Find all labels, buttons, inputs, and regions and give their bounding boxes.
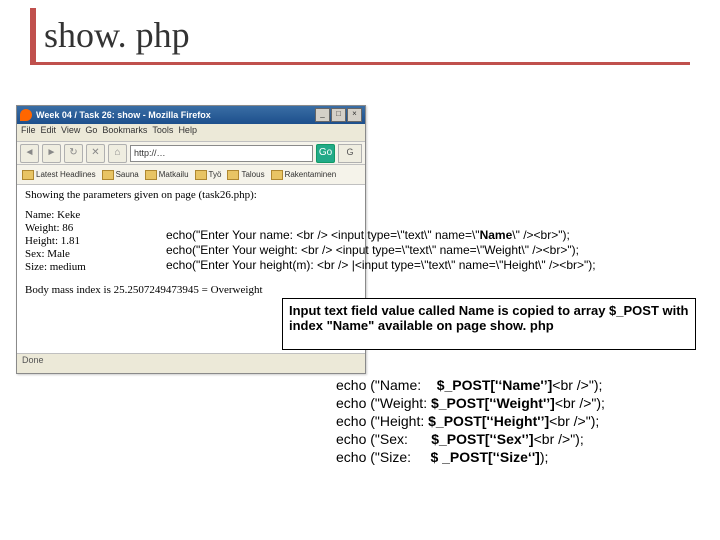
code-block-echo: echo ("Name: $_POST['‘Name'’]<br />"); e… xyxy=(336,376,605,466)
echo-line-3: echo ("Height: $_POST['‘Height'’]<br />"… xyxy=(336,412,605,430)
search-engine-button[interactable]: G xyxy=(338,144,362,163)
menu-bookmarks[interactable]: Bookmarks xyxy=(102,125,147,140)
bookmark-latest[interactable]: Latest Headlines xyxy=(20,166,98,183)
code-line-2: echo("Enter Your weight: <br /> <input t… xyxy=(166,243,596,258)
maximize-button[interactable]: □ xyxy=(331,108,346,122)
menu-edit[interactable]: Edit xyxy=(41,125,57,140)
nav-toolbar: ◄ ► ↻ ✕ ⌂ http://… Go G xyxy=(17,142,365,165)
menu-help[interactable]: Help xyxy=(178,125,197,140)
code-line-1: echo("Enter Your name: <br /> <input typ… xyxy=(166,228,596,243)
bookmark-tyo[interactable]: Työ xyxy=(193,166,224,183)
code-line-3: echo("Enter Your height(m): <br /> |<inp… xyxy=(166,258,596,273)
echo-line-1: echo ("Name: $_POST['‘Name'’]<br />"); xyxy=(336,376,605,394)
bmi-result: Body mass index is 25.2507249473945 = Ov… xyxy=(25,284,357,296)
menu-go[interactable]: Go xyxy=(85,125,97,140)
menu-tools[interactable]: Tools xyxy=(152,125,173,140)
title-accent-vertical xyxy=(30,8,36,62)
folder-icon xyxy=(271,170,283,180)
address-bar[interactable]: http://… xyxy=(130,145,313,162)
content-heading: Showing the parameters given on page (ta… xyxy=(25,189,357,201)
folder-icon xyxy=(22,170,34,180)
home-button[interactable]: ⌂ xyxy=(108,144,127,163)
status-bar: Done xyxy=(17,353,365,373)
title-accent-horizontal xyxy=(30,62,690,65)
folder-icon xyxy=(195,170,207,180)
menu-bar: File Edit View Go Bookmarks Tools Help xyxy=(17,124,365,142)
bookmark-rakentaminen[interactable]: Rakentaminen xyxy=(269,166,339,183)
row-name: Name: Keke xyxy=(25,209,357,222)
window-buttons: _ □ × xyxy=(315,108,362,122)
back-button[interactable]: ◄ xyxy=(20,144,39,163)
browser-titlebar: Week 04 / Task 26: show - Mozilla Firefo… xyxy=(17,106,365,124)
window-title: Week 04 / Task 26: show - Mozilla Firefo… xyxy=(36,110,315,120)
echo-line-2: echo ("Weight: $_POST['‘Weight'’]<br />"… xyxy=(336,394,605,412)
echo-line-4: echo ("Sex: $_POST['‘Sex'’]<br />"); xyxy=(336,430,605,448)
folder-icon xyxy=(227,170,239,180)
annotation-box: Input text field value called Name is co… xyxy=(282,298,696,350)
folder-icon xyxy=(145,170,157,180)
menu-view[interactable]: View xyxy=(61,125,80,140)
firefox-icon xyxy=(20,109,32,121)
bookmark-matkailu[interactable]: Matkailu xyxy=(143,166,191,183)
slide-title: show. php xyxy=(44,14,190,56)
close-button[interactable]: × xyxy=(347,108,362,122)
echo-line-5: echo ("Size: $ _POST['‘Size‘']); xyxy=(336,448,605,466)
reload-button[interactable]: ↻ xyxy=(64,144,83,163)
bookmark-talous[interactable]: Talous xyxy=(225,166,266,183)
bookmarks-toolbar: Latest Headlines Sauna Matkailu Työ Talo… xyxy=(17,165,365,185)
bookmark-sauna[interactable]: Sauna xyxy=(100,166,141,183)
folder-icon xyxy=(102,170,114,180)
annotation-text: Input text field value called Name is co… xyxy=(289,303,689,333)
go-button[interactable]: Go xyxy=(316,144,335,163)
minimize-button[interactable]: _ xyxy=(315,108,330,122)
forward-button[interactable]: ► xyxy=(42,144,61,163)
menu-file[interactable]: File xyxy=(21,125,36,140)
code-block-form: echo("Enter Your name: <br /> <input typ… xyxy=(166,228,596,273)
stop-button[interactable]: ✕ xyxy=(86,144,105,163)
